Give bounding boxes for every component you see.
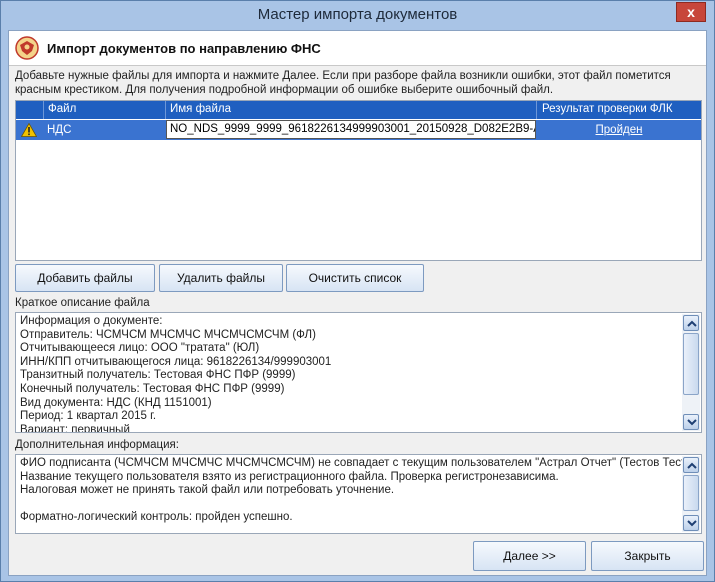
chevron-up-icon [687, 462, 697, 469]
short-description-label: Краткое описание файла [15, 297, 150, 309]
chevron-down-icon [687, 419, 697, 426]
fns-eagle-icon [15, 36, 39, 60]
clear-list-button[interactable]: Очистить список [286, 264, 424, 292]
instructions-text: Добавьте нужные файлы для импорта и нажм… [15, 70, 671, 96]
status-cell [16, 120, 43, 140]
info-line: Вид документа: НДС (КНД 1151001) [20, 396, 212, 409]
filename-cell[interactable]: NO_NDS_9999_9999_9618226134999903001_201… [166, 120, 536, 139]
chevron-down-icon [687, 520, 697, 527]
scrollbar-thumb[interactable] [683, 333, 699, 395]
column-separator [165, 101, 166, 119]
scroll-down-button[interactable] [683, 414, 699, 430]
grid-header: Файл Имя файла Результат проверки ФЛК [16, 101, 701, 119]
short-description-lines: Информация о документе: Отправитель: ЧСМ… [20, 315, 679, 433]
delete-files-button[interactable]: Удалить файлы [159, 264, 283, 292]
info-line: ИНН/КПП отчитывающегося лица: 9618226134… [20, 355, 332, 368]
warning-icon [21, 123, 37, 137]
info-line: Налоговая может не принять такой файл ил… [20, 484, 395, 497]
column-separator [536, 101, 537, 119]
info-line: Период: 1 квартал 2015 г. [20, 410, 157, 423]
info-line: Информация о документе: [20, 315, 163, 327]
column-separator [43, 101, 44, 119]
window-title: Мастер импорта документов [257, 6, 458, 23]
info-line: Отправитель: ЧСМЧСМ МЧСМЧС МЧСМЧСМСЧМ (Ф… [20, 328, 316, 341]
file-list-grid[interactable]: Файл Имя файла Результат проверки ФЛК НД… [15, 100, 702, 261]
info-line: Вариант: первичный [20, 423, 130, 433]
chevron-up-icon [687, 320, 697, 327]
info-line: Конечный получатель: Тестовая ФНС ПФР (9… [20, 382, 285, 395]
vertical-scrollbar[interactable] [682, 456, 700, 532]
info-line [20, 498, 679, 512]
scrollbar-thumb[interactable] [683, 475, 699, 511]
table-row[interactable]: НДС NO_NDS_9999_9999_9618226134999903001… [16, 120, 701, 140]
flk-result-link[interactable]: Пройден [537, 120, 701, 140]
additional-info-label: Дополнительная информация: [15, 439, 179, 451]
next-button[interactable]: Далее >> [473, 541, 586, 571]
additional-info-textbox[interactable]: ФИО подписанта (ЧСМЧСМ МЧСМЧС МЧСМЧСМСЧМ… [15, 454, 702, 534]
column-header-file[interactable]: Файл [48, 103, 76, 115]
add-files-button[interactable]: Добавить файлы [15, 264, 155, 292]
vertical-scrollbar[interactable] [682, 314, 700, 431]
info-line: Форматно-логический контроль: пройден ус… [20, 511, 293, 524]
scroll-up-button[interactable] [683, 457, 699, 473]
window-close-button[interactable]: x [676, 2, 706, 22]
info-line: Транзитный получатель: Тестовая ФНС ПФР … [20, 369, 296, 382]
close-button[interactable]: Закрыть [591, 541, 704, 571]
scroll-down-button[interactable] [683, 515, 699, 531]
short-description-textbox[interactable]: Информация о документе: Отправитель: ЧСМ… [15, 312, 702, 433]
info-line: Название текущего пользователя взято из … [20, 470, 559, 483]
import-wizard-window: Мастер импорта документов x Импорт докум… [0, 0, 715, 582]
info-line: Отчитывающееся лицо: ООО "тратата" (ЮЛ) [20, 342, 260, 355]
file-type-cell: НДС [47, 124, 72, 136]
dialog-heading: Импорт документов по направлению ФНС [47, 41, 321, 56]
scroll-up-button[interactable] [683, 315, 699, 331]
additional-info-lines: ФИО подписанта (ЧСМЧСМ МЧСМЧС МЧСМЧСМСЧМ… [20, 457, 694, 525]
dialog-client-area: Импорт документов по направлению ФНС Доб… [8, 30, 707, 576]
info-line: ФИО подписанта (ЧСМЧСМ МЧСМЧС МЧСМЧСМСЧМ… [20, 457, 694, 469]
title-bar[interactable]: Мастер импорта документов x [1, 1, 714, 29]
column-header-filename[interactable]: Имя файла [170, 103, 231, 115]
dialog-header: Импорт документов по направлению ФНС [9, 31, 706, 66]
column-header-flk-result[interactable]: Результат проверки ФЛК [542, 103, 673, 115]
